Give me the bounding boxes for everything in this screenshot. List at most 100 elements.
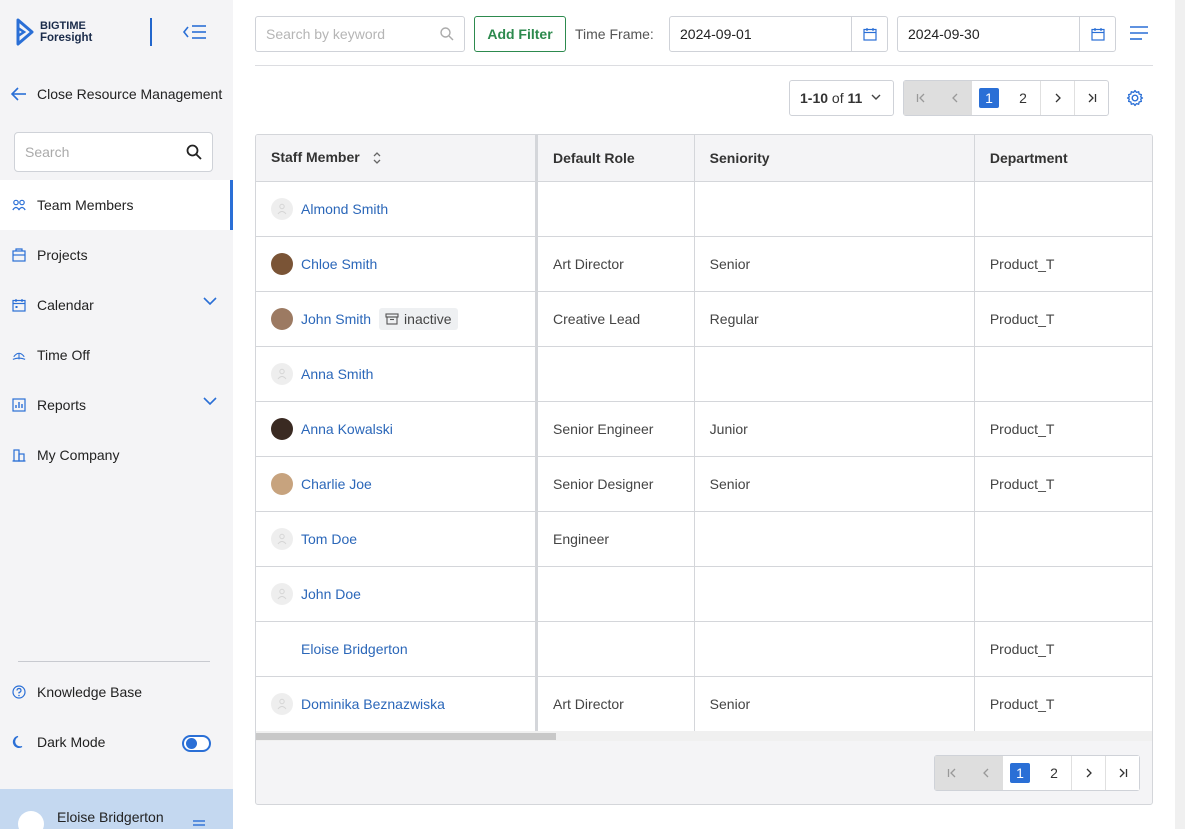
staff-member-link[interactable]: Eloise Bridgerton [301,641,408,657]
next-page-button[interactable] [1071,756,1105,790]
gear-icon[interactable] [1126,89,1144,107]
staff-member-link[interactable]: Dominika Beznazwiska [301,696,445,712]
top-pagination: 1 2 [903,80,1109,116]
cell-department: Product_T [974,236,1152,292]
column-header-department[interactable]: Department [974,135,1152,182]
chevron-down-icon[interactable] [203,297,217,306]
team-icon [12,198,26,212]
page-number: 2 [1019,90,1027,106]
inactive-badge: inactive [379,307,458,330]
sidebar-item-my-company[interactable]: My Company [0,430,233,480]
table-row[interactable]: John Doe [256,566,1152,622]
staff-member-link[interactable]: Almond Smith [301,201,388,217]
table-row[interactable]: Chloe Smith Art Director Senior Product_… [256,236,1152,292]
total-count: 11 [847,90,863,106]
table-row[interactable]: Eloise Bridgerton Product_T [256,621,1152,677]
table-row[interactable]: Charlie Joe Senior Designer Senior Produ… [256,456,1152,512]
cell-department: Product_T [974,456,1152,512]
table-row[interactable]: Almond Smith [256,181,1152,237]
end-date-picker-button[interactable] [1079,17,1115,51]
user-profile-bar[interactable]: Eloise Bridgerton [0,789,233,829]
keyword-search-input[interactable] [266,26,440,42]
sidebar-item-projects[interactable]: Projects [0,230,233,280]
last-page-button[interactable] [1074,81,1108,115]
chevron-right-icon [1055,93,1061,103]
column-header-seniority[interactable]: Seniority [694,135,975,182]
projects-icon [12,248,26,262]
prev-page-button[interactable] [969,756,1003,790]
page-2-button[interactable]: 2 [1006,81,1040,115]
staff-member-link[interactable]: Chloe Smith [301,256,377,272]
sidebar-item-label: Time Off [37,347,90,363]
staff-member-link[interactable]: Tom Doe [301,531,357,547]
sidebar-item-time-off[interactable]: Time Off [0,330,233,380]
cell-staff-member: John Doe [256,566,539,622]
cell-staff-member: Chloe Smith [256,236,539,292]
avatar [271,527,293,550]
bottom-pagination: 1 2 [934,755,1140,791]
page-1-button[interactable]: 1 [972,81,1006,115]
table-row[interactable]: Anna Kowalski Senior Engineer Junior Pro… [256,401,1152,457]
staff-member-link[interactable]: Anna Smith [301,366,373,382]
search-icon[interactable] [186,144,202,160]
staff-member-link[interactable]: Charlie Joe [301,476,372,492]
user-name: Eloise Bridgerton [57,809,164,825]
filter-menu-icon[interactable] [1129,24,1149,42]
sidebar-search-input[interactable] [25,144,186,160]
staff-member-link[interactable]: John Doe [301,586,361,602]
next-page-button[interactable] [1040,81,1074,115]
end-date-input[interactable] [898,26,1078,42]
dark-mode-label: Dark Mode [37,734,106,750]
user-placeholder-icon [277,698,287,709]
brand-logo[interactable]: BIGTIME Foresight [16,18,92,46]
start-date-picker-button[interactable] [851,17,887,51]
horizontal-scrollbar-thumb[interactable] [256,733,556,740]
dark-mode-toggle[interactable] [182,735,211,752]
user-placeholder-icon [277,588,287,599]
cell-seniority: Regular [694,291,975,347]
staff-member-link[interactable]: Anna Kowalski [301,421,393,437]
cell-default-role [536,181,695,237]
last-page-button[interactable] [1105,756,1139,790]
page-range-select[interactable]: 1-10 of 11 [789,80,894,116]
sidebar-nav: Team Members Projects Calendar Time Off [0,180,233,480]
cell-seniority [694,181,975,237]
avatar [271,197,293,220]
sort-icon[interactable] [372,150,382,166]
first-page-button[interactable] [935,756,969,790]
staff-member-link[interactable]: John Smith [301,311,371,327]
cell-staff-member: John Smith inactive [256,291,539,347]
column-header-staff-member[interactable]: Staff Member [256,135,539,182]
user-placeholder-icon [277,533,287,544]
table-row[interactable]: Tom Doe Engineer [256,511,1152,567]
page-2-button[interactable]: 2 [1037,756,1071,790]
first-page-button[interactable] [904,81,938,115]
user-menu-icon[interactable] [192,819,206,829]
sidebar-item-team-members[interactable]: Team Members [0,180,233,230]
avatar [271,637,293,660]
sidebar-item-calendar[interactable]: Calendar [0,280,233,330]
chevron-down-icon[interactable] [203,397,217,406]
add-filter-button[interactable]: Add Filter [474,16,566,52]
table-row[interactable]: John Smith inactive Creative Lead Regula… [256,291,1152,347]
page-1-button[interactable]: 1 [1003,756,1037,790]
main-content: Add Filter Time Frame: 1-10 of 11 1 2 [233,0,1175,829]
sidebar-item-reports[interactable]: Reports [0,380,233,430]
cell-staff-member: Charlie Joe [256,456,539,512]
sidebar: BIGTIME Foresight Close Resource Managem… [0,0,233,829]
prev-page-button[interactable] [938,81,972,115]
close-resource-management-link[interactable]: Close Resource Management [11,86,222,102]
column-header-default-role[interactable]: Default Role [536,135,695,182]
knowledge-base-link[interactable]: Knowledge Base [12,684,142,700]
cell-department [974,346,1152,402]
moon-icon [12,735,23,748]
collapse-sidebar-icon[interactable] [182,22,208,42]
table-row[interactable]: Dominika Beznazwiska Art Director Senior… [256,676,1152,732]
start-date-input[interactable] [670,26,850,42]
vertical-scrollbar[interactable] [1175,0,1185,829]
search-icon[interactable] [440,27,454,41]
table-row[interactable]: Anna Smith [256,346,1152,402]
sidebar-item-label: Reports [37,397,87,413]
calendar-icon [12,298,26,312]
end-date-field [897,16,1116,52]
